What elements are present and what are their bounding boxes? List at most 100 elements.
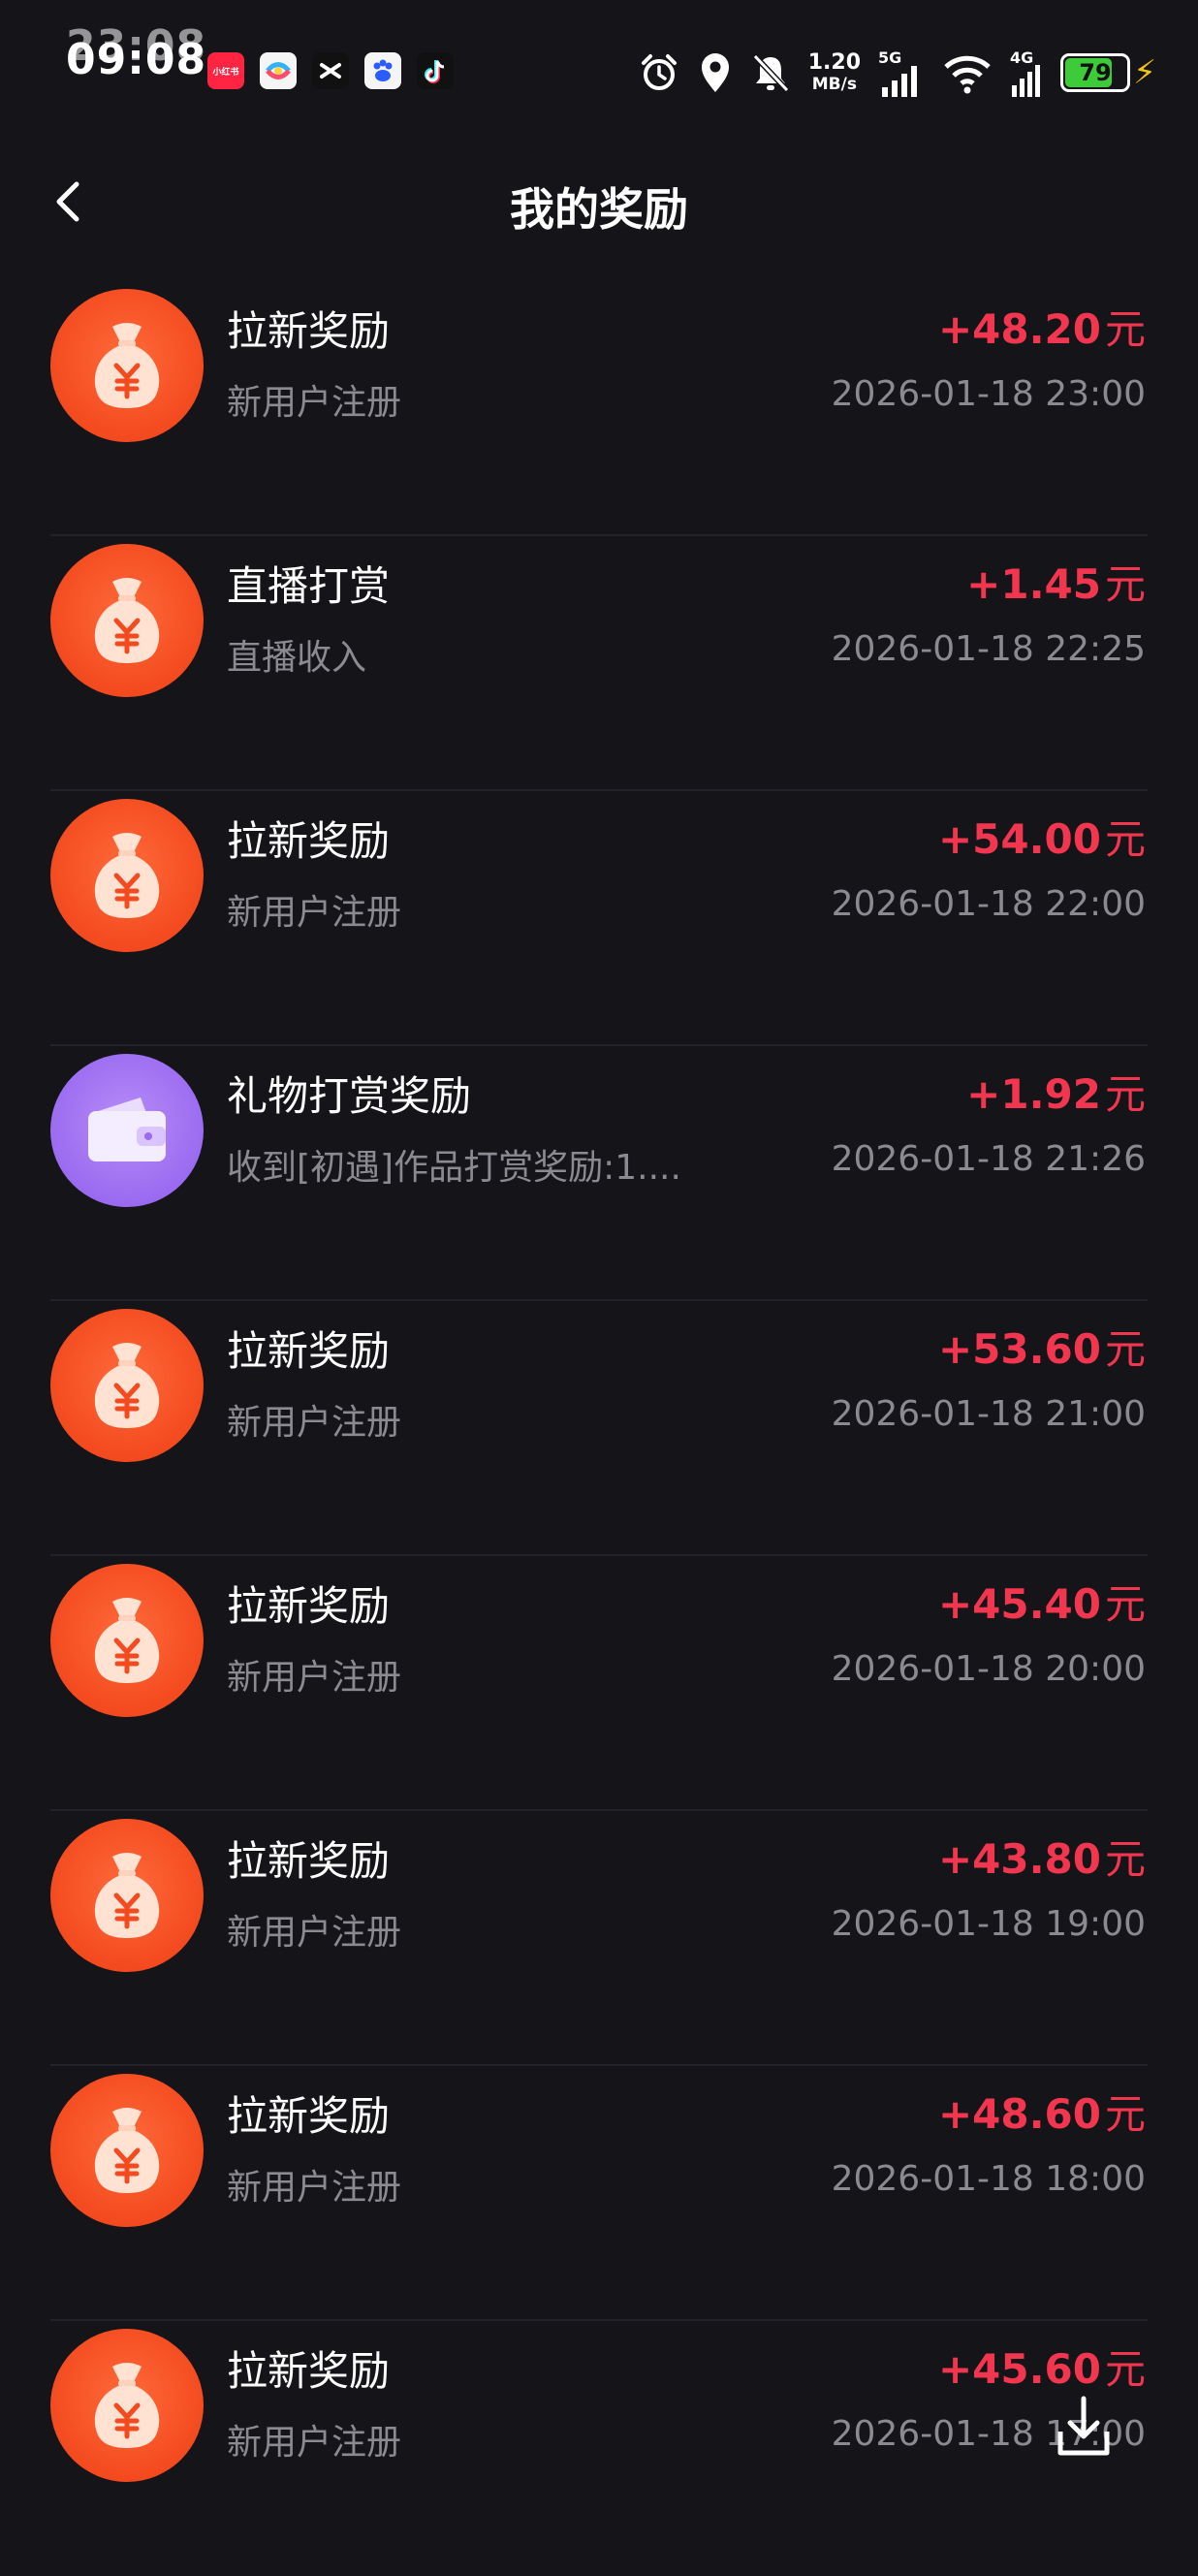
battery-indicator: 79 ⚡ bbox=[1060, 53, 1156, 92]
reward-amount-value: +48.20 bbox=[937, 305, 1101, 353]
reward-title: 拉新奖励 bbox=[227, 2347, 391, 2395]
reward-title: 拉新奖励 bbox=[227, 2092, 391, 2140]
charging-bolt-icon: ⚡ bbox=[1133, 53, 1156, 92]
reward-amount: +1.45元 bbox=[966, 552, 1146, 611]
reward-avatar bbox=[50, 289, 204, 442]
reward-amount: +45.60元 bbox=[938, 2337, 1146, 2396]
reward-list-item[interactable]: 拉新奖励新用户注册 +54.00元 2026-01-18 22:00 bbox=[0, 791, 1198, 1046]
reward-amount-unit: 元 bbox=[1104, 1325, 1146, 1373]
network-speed-value: 1.20 bbox=[807, 50, 861, 75]
reward-amount-unit: 元 bbox=[1104, 305, 1146, 353]
reward-subtitle: 新用户注册 bbox=[227, 383, 402, 423]
reward-amount-unit: 元 bbox=[1104, 1070, 1146, 1118]
money-bag-icon bbox=[94, 1598, 160, 1683]
reward-subtitle: 新用户注册 bbox=[227, 893, 402, 933]
money-bag-icon bbox=[94, 833, 160, 918]
reward-subtitle: 新用户注册 bbox=[227, 1403, 402, 1443]
reward-amount-value: +1.45 bbox=[966, 560, 1101, 608]
money-bag-icon bbox=[94, 1853, 160, 1938]
reward-list: 拉新奖励 新用户注册 +48.20元 2026-01-18 23:00 直播打赏 直播收入… bbox=[0, 281, 1198, 2576]
capcut-app-icon bbox=[312, 52, 349, 89]
reward-avatar bbox=[50, 799, 204, 952]
reward-amount-value: +53.60 bbox=[937, 1325, 1101, 1373]
reward-subtitle: 新用户注册 bbox=[227, 2423, 402, 2463]
money-bag-icon bbox=[94, 2108, 160, 2193]
xiaohongshu-app-icon: 小红书 bbox=[207, 52, 244, 89]
reward-list-item[interactable]: 直播打赏 直播收入 +1.45元 2026-01-18 22:25 bbox=[0, 536, 1198, 791]
reward-title: 拉新奖励 bbox=[227, 307, 391, 355]
page-header: 我的奖励 bbox=[0, 145, 1198, 262]
reward-avatar bbox=[50, 544, 204, 697]
alarm-icon bbox=[641, 54, 677, 90]
bell-muted-icon bbox=[752, 53, 789, 93]
reward-time: 2026-01-18 18:00 bbox=[831, 2159, 1146, 2199]
reward-amount-unit: 元 bbox=[1104, 2090, 1146, 2138]
reward-amount: +45.40元 bbox=[938, 1572, 1146, 1631]
reward-time: 2026-01-18 21:00 bbox=[831, 1394, 1146, 1434]
reward-list-item[interactable]: 拉新奖励新用户注册 +43.80元 2026-01-18 19:00 bbox=[0, 1811, 1198, 2066]
reward-time: 2026-01-18 21:26 bbox=[831, 1139, 1146, 1179]
reward-list-item[interactable]: 礼物打赏奖励收到[初遇]作品打赏奖励:1.... +1.92元 2026-01-18… bbox=[0, 1046, 1198, 1301]
reward-amount: +48.60元 bbox=[938, 2082, 1146, 2141]
reward-list-item[interactable]: 拉新奖励新用户注册 +53.60元 2026-01-18 21:00 bbox=[0, 1301, 1198, 1556]
reward-amount-unit: 元 bbox=[1104, 815, 1146, 863]
status-indicators: 1.20 MB/s 5G 4G 79 ⚡ bbox=[638, 39, 1156, 107]
money-bag-icon bbox=[94, 2363, 160, 2448]
reward-amount-value: +45.40 bbox=[937, 1580, 1101, 1628]
status-time: 09:08 bbox=[66, 35, 207, 84]
status-bar: 23:08 09:08 小红书 1.20 MB/s 5G 4G 79 ⚡ bbox=[0, 0, 1198, 145]
reward-amount-value: +43.80 bbox=[937, 1835, 1101, 1883]
reward-amount-value: +45.60 bbox=[937, 2345, 1101, 2393]
reward-avatar bbox=[50, 2329, 204, 2482]
reward-amount-value: +48.60 bbox=[937, 2090, 1101, 2138]
tiktok-app-icon bbox=[417, 52, 454, 89]
reward-time: 2026-01-18 22:00 bbox=[831, 884, 1146, 924]
signal-4g-icon: 4G bbox=[1010, 48, 1043, 97]
reward-amount: +43.80元 bbox=[938, 1827, 1146, 1886]
network-speed: 1.20 MB/s bbox=[808, 52, 861, 93]
reward-amount: +53.60元 bbox=[938, 1317, 1146, 1376]
reward-subtitle: 收到[初遇]作品打赏奖励:1.... bbox=[227, 1148, 681, 1188]
xiaohongshu-app-icon-label: 小红书 bbox=[212, 67, 239, 78]
reward-amount-unit: 元 bbox=[1104, 1835, 1146, 1883]
baidu-app-icon bbox=[364, 52, 401, 89]
reward-title: 拉新奖励 bbox=[227, 1837, 391, 1885]
reward-amount-unit: 元 bbox=[1104, 560, 1146, 608]
reward-time: 2026-01-18 19:00 bbox=[831, 1904, 1146, 1944]
reward-list-item[interactable]: 拉新奖励新用户注册 +48.20元 2026-01-18 23:00 bbox=[0, 281, 1198, 536]
page-title: 我的奖励 bbox=[510, 183, 688, 236]
money-bag-icon bbox=[94, 323, 160, 408]
reward-subtitle: 直播收入 bbox=[227, 638, 367, 678]
battery-level: 79 bbox=[1079, 59, 1112, 86]
colorful-app-icon bbox=[260, 52, 297, 89]
reward-subtitle: 新用户注册 bbox=[227, 1658, 402, 1698]
download-icon[interactable] bbox=[1055, 2393, 1113, 2461]
reward-avatar bbox=[50, 1054, 204, 1207]
reward-list-item[interactable]: 拉新奖励新用户注册 +45.40元 2026-01-18 20:00 bbox=[0, 1556, 1198, 1811]
reward-time: 2026-01-18 23:00 bbox=[831, 374, 1146, 414]
reward-subtitle: 新用户注册 bbox=[227, 1913, 402, 1953]
reward-avatar bbox=[50, 1564, 204, 1717]
reward-avatar bbox=[50, 2074, 204, 2227]
reward-amount: +48.20元 bbox=[938, 297, 1146, 356]
reward-avatar bbox=[50, 1819, 204, 1972]
wifi-icon bbox=[944, 55, 991, 94]
reward-avatar bbox=[50, 1309, 204, 1462]
reward-title: 礼物打赏奖励 bbox=[227, 1072, 472, 1120]
notification-app-icons: 小红书 bbox=[207, 52, 454, 89]
reward-subtitle: 新用户注册 bbox=[227, 2168, 402, 2208]
reward-title: 拉新奖励 bbox=[227, 817, 391, 865]
money-bag-icon bbox=[94, 1343, 160, 1428]
wallet-icon bbox=[88, 1097, 166, 1161]
reward-list-item[interactable]: 拉新奖励新用户注册 +48.60元 2026-01-18 18:00 bbox=[0, 2066, 1198, 2321]
reward-title: 拉新奖励 bbox=[227, 1582, 391, 1630]
reward-time: 2026-01-18 20:00 bbox=[831, 1649, 1146, 1689]
reward-amount-value: +1.92 bbox=[966, 1070, 1101, 1118]
reward-title: 拉新奖励 bbox=[227, 1327, 391, 1375]
network-speed-unit: MB/s bbox=[811, 75, 857, 94]
reward-amount: +54.00元 bbox=[938, 807, 1146, 866]
reward-time: 2026-01-18 22:25 bbox=[831, 629, 1146, 669]
location-icon bbox=[701, 53, 729, 92]
signal-5g-icon: 5G bbox=[878, 48, 925, 97]
reward-list-item[interactable]: 拉新奖励 新用户注册 +45.60元 2026-01-18 17:00 bbox=[0, 2321, 1198, 2576]
